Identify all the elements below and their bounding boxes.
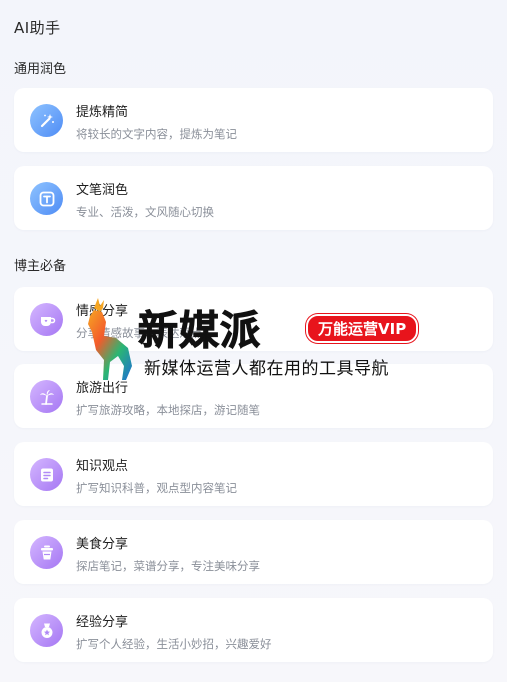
drink-cup-icon	[30, 536, 63, 569]
medal-icon	[30, 614, 63, 647]
card-writing-polish[interactable]: 文笔润色 专业、活泼，文风随心切换	[14, 166, 493, 230]
card-food-share[interactable]: 美食分享 探店笔记，菜谱分享，专注美味分享	[14, 520, 493, 584]
watermark: 新媒派 万能运营VIP 新媒体运营人都在用的工具导航	[80, 296, 440, 386]
text-t-icon	[30, 182, 63, 215]
card-refine[interactable]: 提炼精简 将较长的文字内容，提炼为笔记	[14, 88, 493, 152]
page-title: AI助手	[14, 19, 61, 37]
document-icon	[30, 458, 63, 491]
card-title: 经验分享	[76, 615, 129, 630]
section-title-general-polish: 通用润色	[14, 62, 67, 77]
card-title: 美食分享	[76, 537, 129, 552]
section-title-blogger-essentials: 博主必备	[14, 259, 67, 274]
card-title: 提炼精简	[76, 105, 129, 120]
card-title: 文笔润色	[76, 183, 129, 198]
watermark-tagline: 新媒体运营人都在用的工具导航	[144, 359, 389, 379]
deer-logo-icon	[88, 298, 132, 380]
card-description: 扩写知识科普，观点型内容笔记	[76, 481, 237, 495]
card-description: 扩写旅游攻略，本地探店，游记随笔	[76, 403, 260, 417]
watermark-brand: 新媒派	[138, 308, 261, 355]
card-knowledge[interactable]: 知识观点 扩写知识科普，观点型内容笔记	[14, 442, 493, 506]
card-title: 知识观点	[76, 459, 129, 474]
coffee-cup-icon	[30, 303, 63, 336]
card-description: 探店笔记，菜谱分享，专注美味分享	[76, 559, 260, 573]
palm-tree-icon	[30, 380, 63, 413]
card-description: 专业、活泼，文风随心切换	[76, 205, 214, 219]
watermark-badge: 万能运营VIP	[306, 314, 419, 343]
card-description: 将较长的文字内容，提炼为笔记	[76, 127, 237, 141]
card-experience-share[interactable]: 经验分享 扩写个人经验，生活小妙招，兴趣爱好	[14, 598, 493, 662]
card-description: 扩写个人经验，生活小妙招，兴趣爱好	[76, 637, 272, 651]
magic-wand-icon	[30, 104, 63, 137]
